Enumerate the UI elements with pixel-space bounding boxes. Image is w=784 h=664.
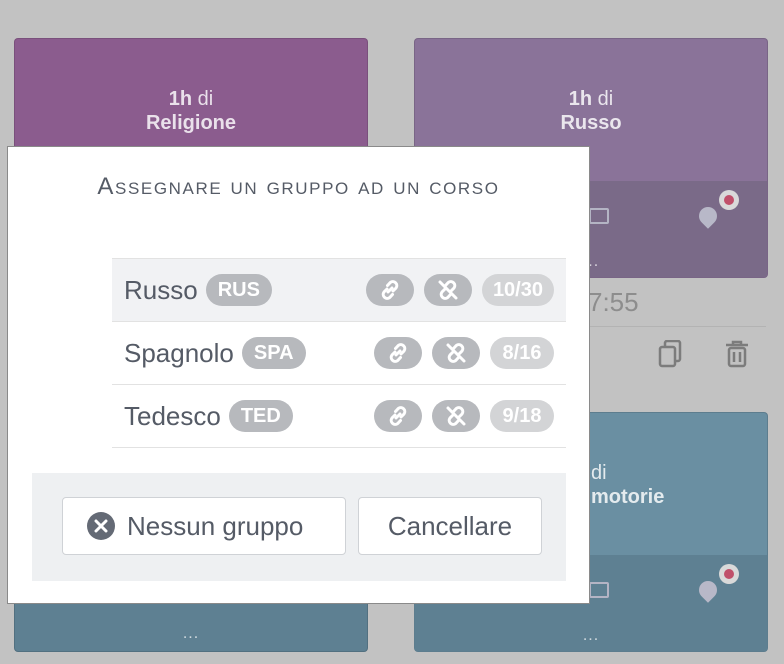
monitor-icon [589,582,609,598]
group-code-badge: SPA [241,337,306,369]
link-icon[interactable] [365,274,414,306]
course-card-religione: 1h di Religione [14,38,368,160]
group-row-tedesco[interactable]: Tedesco TED 9/18 [112,385,566,448]
link-icon[interactable] [374,400,422,432]
course-card-bottom-left: ... [14,600,368,652]
group-name: Russo [124,274,198,305]
card-title: 1h di Russo [560,88,622,134]
dialog-footer: Nessun gruppo Cancellare [32,473,566,581]
group-name: Tedesco [124,400,221,431]
trash-icon[interactable] [724,340,750,373]
notification-dot [719,564,739,584]
group-count-badge: 9/18 [490,400,554,432]
cancel-button[interactable]: Cancellare [358,497,542,555]
close-circle-icon [87,512,115,540]
unlink-icon[interactable] [432,337,480,369]
group-count-badge: 10/30 [481,274,554,306]
group-row-spagnolo[interactable]: Spagnolo SPA 8/16 [112,322,566,385]
dialog-title: Assegnare un gruppo ad un corso [97,173,500,200]
card-title: 1h di Religione [145,88,236,134]
group-count-badge: 8/16 [490,337,554,369]
link-icon[interactable] [374,337,422,369]
card-time: 7:55 [588,287,639,317]
unlink-icon[interactable] [423,274,472,306]
group-code-badge: RUS [205,274,272,306]
notification-dot [719,190,739,210]
group-list: Russo RUS 10/30 Spagnolo SPA 8/16 Tedesc… [112,258,566,448]
card-ellipsis[interactable]: ... [15,625,367,643]
monitor-icon [589,208,609,224]
group-row-russo[interactable]: Russo RUS 10/30 [112,259,566,322]
copy-icon[interactable] [658,339,682,373]
no-group-button[interactable]: Nessun gruppo [62,497,346,555]
unlink-icon[interactable] [432,400,480,432]
card-ellipsis[interactable]: ... [415,627,767,645]
cancel-label: Cancellare [387,510,513,541]
group-name: Spagnolo [124,337,234,368]
group-code-badge: TED [228,400,293,432]
no-group-label: Nessun gruppo [127,510,304,541]
assign-group-dialog: Assegnare un gruppo ad un corso Russo RU… [7,146,590,604]
card-title: di motorie [591,462,665,508]
